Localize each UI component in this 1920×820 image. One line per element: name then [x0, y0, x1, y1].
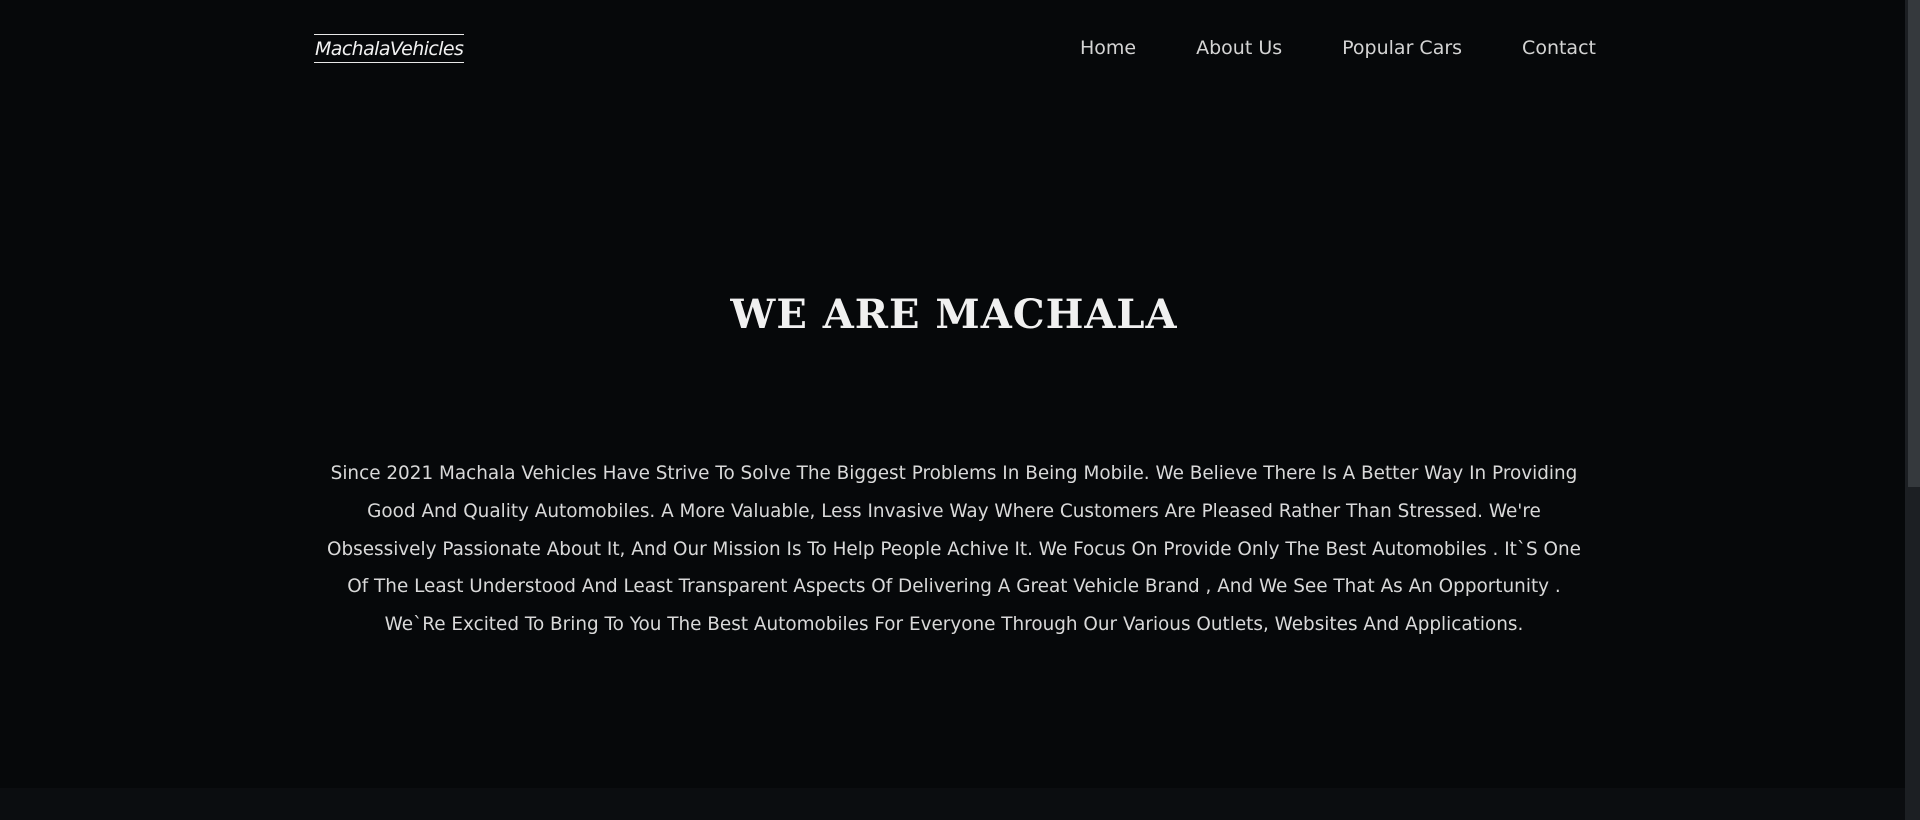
- nav-home-link[interactable]: Home: [1080, 36, 1136, 60]
- nav-popular-cars-link[interactable]: Popular Cars: [1342, 36, 1462, 60]
- scrollbar-thumb[interactable]: [1908, 0, 1920, 487]
- page-background: [0, 0, 1905, 820]
- nav-about-us-link[interactable]: About Us: [1196, 36, 1282, 60]
- navbar: MachalaVehicles Home About Us Popular Ca…: [0, 0, 1905, 100]
- nav-links: Home About Us Popular Cars Contact: [1080, 36, 1596, 60]
- hero-title: WE ARE MACHALA: [730, 290, 1178, 338]
- nav-contact-link[interactable]: Contact: [1522, 36, 1596, 60]
- next-section-edge: [0, 788, 1905, 820]
- about-paragraph: Since 2021 Machala Vehicles Have Strive …: [326, 463, 1582, 635]
- brand-logo-link[interactable]: MachalaVehicles: [314, 34, 465, 63]
